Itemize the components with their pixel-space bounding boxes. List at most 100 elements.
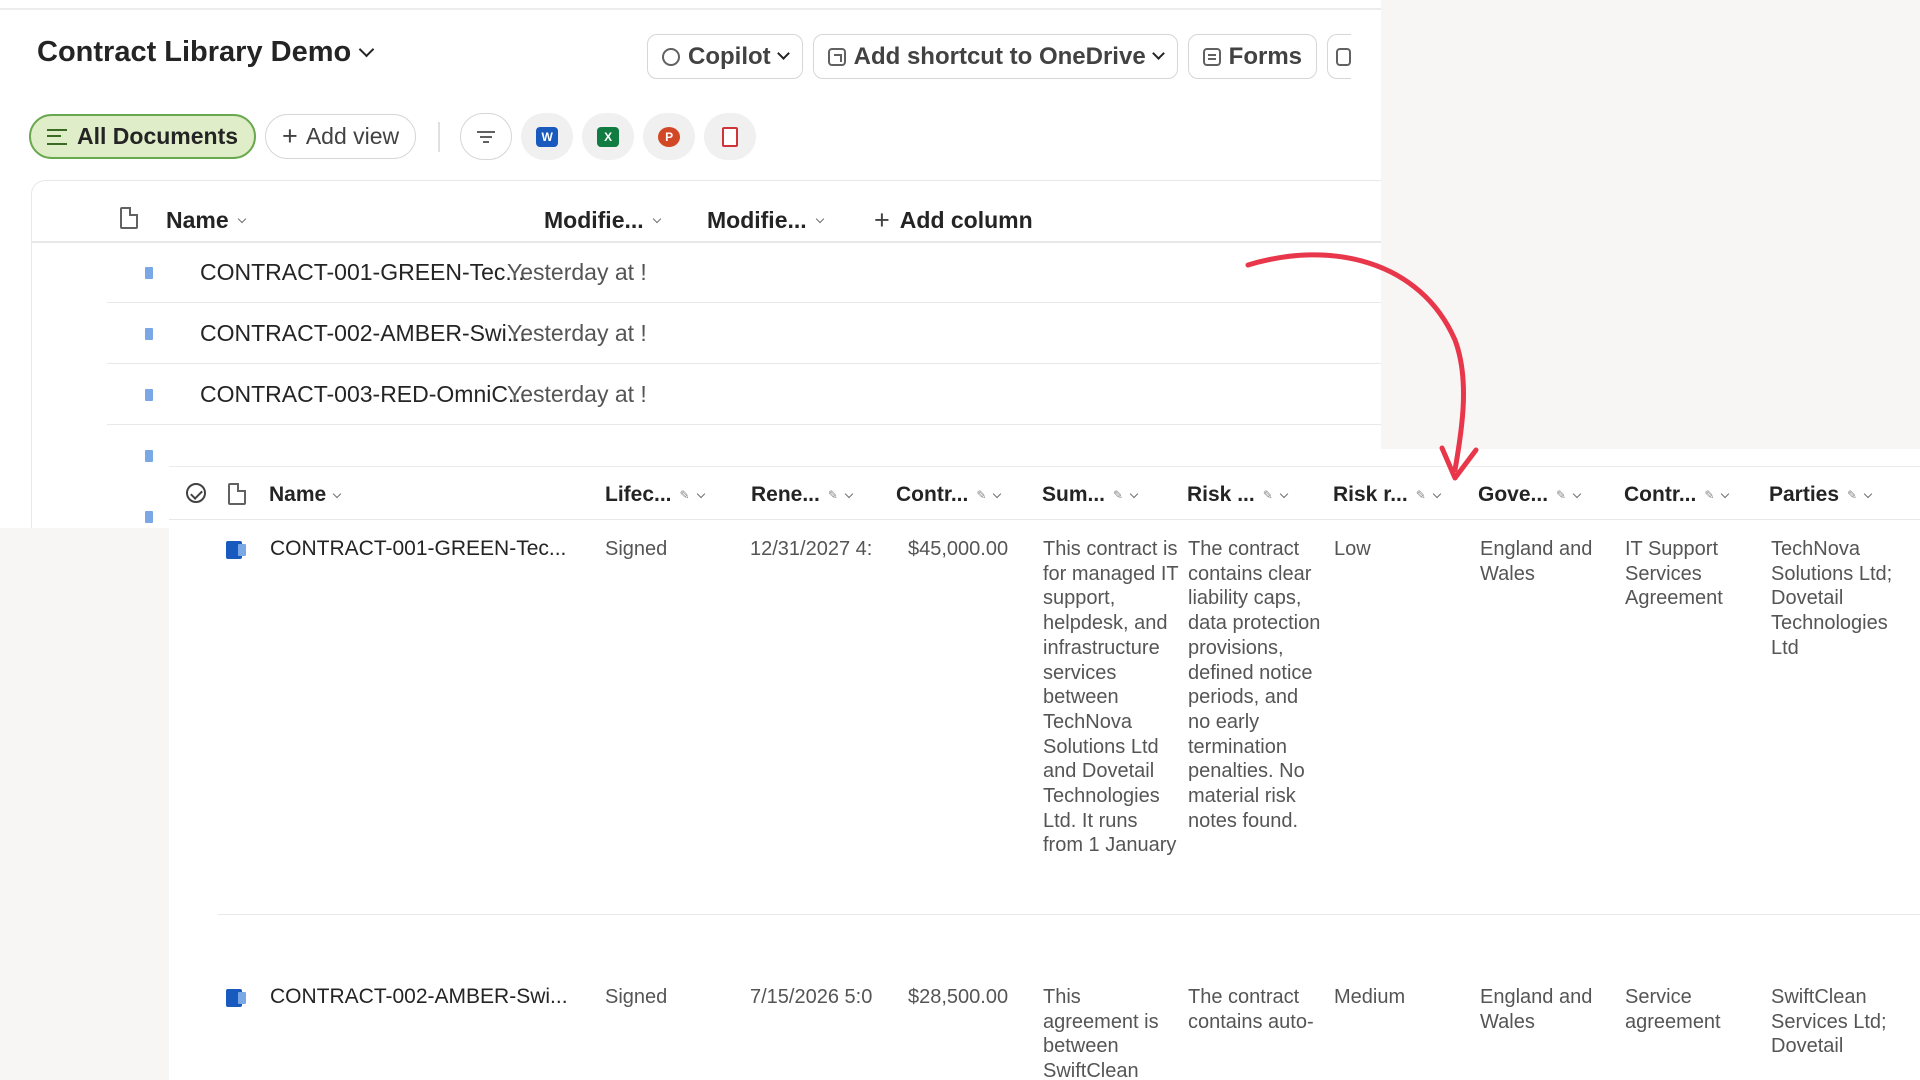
new-word-button[interactable]: W <box>521 113 574 160</box>
column-label: Contr... <box>896 483 969 506</box>
column-label: Risk ... <box>1187 483 1255 506</box>
list-view-icon <box>47 128 67 145</box>
chevron-down-icon <box>1151 47 1165 60</box>
governing-law-value: England and Wales <box>1480 986 1593 1033</box>
edit-icon: ✎ <box>679 488 690 502</box>
pdf-icon <box>722 126 739 147</box>
edit-icon: ✎ <box>1556 488 1567 502</box>
column-header-risk-notes[interactable]: Risk ... ✎ <box>1187 483 1289 507</box>
library-panel: Contract Library Demo Copilot Add shortc… <box>0 0 1381 528</box>
column-header-risk-rating[interactable]: Risk r... ✎ <box>1333 483 1442 507</box>
chevron-down-icon <box>1721 489 1730 498</box>
copilot-button[interactable]: Copilot <box>647 34 803 79</box>
column-label: Rene... <box>751 483 820 506</box>
column-header-contract-type[interactable]: Contr... ✎ <box>1624 483 1730 507</box>
column-header-contract-value[interactable]: Contr... ✎ <box>896 483 1002 507</box>
table-row[interactable]: CONTRACT-002-AMBER-Swi... Signed 7/15/20… <box>218 985 1920 1080</box>
column-label: Gove... <box>1478 483 1549 506</box>
filter-icon <box>477 131 495 143</box>
edit-icon: ✎ <box>976 488 987 502</box>
table-row[interactable]: CONTRACT-001-GREEN-Tec... Signed 12/31/2… <box>218 537 1920 915</box>
forms-icon <box>1202 47 1221 66</box>
new-powerpoint-button[interactable]: P <box>643 113 696 160</box>
file-name[interactable]: CONTRACT-002-AMBER-Swi... <box>200 320 526 347</box>
forms-label: Forms <box>1228 42 1303 70</box>
command-icon <box>1336 47 1352 66</box>
chevron-down-icon <box>993 489 1002 498</box>
chevron-down-icon <box>358 41 375 58</box>
column-header-parties[interactable]: Parties ✎ <box>1769 483 1873 507</box>
new-excel-button[interactable]: X <box>582 113 635 160</box>
plus-icon: + <box>282 121 298 151</box>
file-type-column[interactable] <box>228 483 246 505</box>
forms-button[interactable]: Forms <box>1187 34 1318 79</box>
more-command-button[interactable] <box>1327 34 1352 79</box>
governing-law-value: England and Wales <box>1480 538 1593 585</box>
toolbar-divider <box>438 121 441 152</box>
document-icon <box>120 207 138 229</box>
column-header-name[interactable]: Name <box>269 483 342 507</box>
add-view-button[interactable]: + Add view <box>265 114 417 159</box>
view-label: All Documents <box>77 123 239 149</box>
background-left-bottom <box>0 528 169 1080</box>
word-document-icon <box>226 541 246 559</box>
table-row[interactable]: CONTRACT-002-AMBER-Swi... Yesterday at ! <box>107 303 1381 364</box>
powerpoint-icon: P <box>658 126 681 147</box>
file-name[interactable]: CONTRACT-003-RED-OmniC... <box>200 381 527 408</box>
edit-icon: ✎ <box>1262 488 1273 502</box>
chevron-down-icon <box>844 489 854 498</box>
summary-value: This contract is for managed IT support,… <box>1043 538 1179 857</box>
column-header-governing-law[interactable]: Gove... ✎ <box>1478 483 1582 507</box>
summary-value: This agreement is between SwiftClean <box>1043 986 1159 1080</box>
file-name[interactable]: CONTRACT-002-AMBER-Swi... <box>270 985 568 1010</box>
column-label: Parties <box>1769 483 1840 506</box>
chevron-down-icon <box>1572 489 1582 498</box>
column-header-lifecycle[interactable]: Lifec... ✎ <box>605 483 705 507</box>
column-label: Modifie... <box>707 207 807 233</box>
column-header-modified-by[interactable]: Modifie... <box>707 207 824 234</box>
new-pdf-button[interactable] <box>704 113 757 160</box>
word-icon: W <box>536 126 559 147</box>
table-row[interactable]: CONTRACT-001-GREEN-Tec... Yesterday at ! <box>107 242 1381 303</box>
file-name[interactable]: CONTRACT-001-GREEN-Tec... <box>200 259 525 286</box>
file-type-column[interactable] <box>120 207 138 229</box>
column-header-renewal[interactable]: Rene... ✎ <box>751 483 854 507</box>
chevron-down-icon <box>1432 489 1442 498</box>
detail-panel: Name Lifec... ✎ Rene... ✎ Contr... ✎ Sum… <box>169 466 1920 1080</box>
view-bar: All Documents + Add view W X P <box>29 113 765 160</box>
chevron-down-icon <box>815 214 824 224</box>
select-all-checkbox[interactable] <box>186 483 206 503</box>
table-row[interactable]: CONTRACT-003-RED-OmniC... Yesterday at ! <box>107 364 1381 425</box>
edit-icon: ✎ <box>1847 488 1858 502</box>
parties-value: TechNova Solutions Ltd; Dovetail Technol… <box>1771 538 1893 659</box>
lifecycle-value: Signed <box>605 538 668 560</box>
lifecycle-value: Signed <box>605 986 668 1008</box>
add-column-button[interactable]: + Add column <box>874 207 1033 234</box>
edit-icon: ✎ <box>1113 488 1124 502</box>
column-header-name[interactable]: Name <box>166 207 246 234</box>
view-all-documents[interactable]: All Documents <box>29 114 257 159</box>
word-document-icon <box>226 989 246 1007</box>
chevron-down-icon <box>332 489 342 498</box>
column-label: Name <box>269 483 327 506</box>
add-shortcut-button[interactable]: Add shortcut to OneDrive <box>812 34 1178 79</box>
column-header-summary[interactable]: Sum... ✎ <box>1042 483 1139 507</box>
column-label: Lifec... <box>605 483 672 506</box>
filter-button[interactable] <box>460 113 513 160</box>
column-header-modified[interactable]: Modifie... <box>544 207 661 234</box>
column-label: Risk r... <box>1333 483 1408 506</box>
chevron-down-icon <box>652 214 661 224</box>
command-bar: Copilot Add shortcut to OneDrive Forms <box>647 34 1352 79</box>
edit-icon: ✎ <box>1704 488 1715 502</box>
edit-icon: ✎ <box>827 488 838 502</box>
file-name[interactable]: CONTRACT-001-GREEN-Tec... <box>270 537 566 562</box>
renewal-value: 7/15/2026 5:0 <box>750 986 873 1008</box>
edit-icon: ✎ <box>1415 488 1426 502</box>
library-title-dropdown[interactable]: Contract Library Demo <box>37 36 375 69</box>
modified-value: Yesterday at ! <box>507 259 647 285</box>
column-label: Sum... <box>1042 483 1106 506</box>
chevron-down-icon <box>696 489 705 498</box>
contract-value: $28,500.00 <box>908 986 1009 1008</box>
copilot-icon <box>662 47 680 66</box>
top-divider <box>0 8 1381 10</box>
